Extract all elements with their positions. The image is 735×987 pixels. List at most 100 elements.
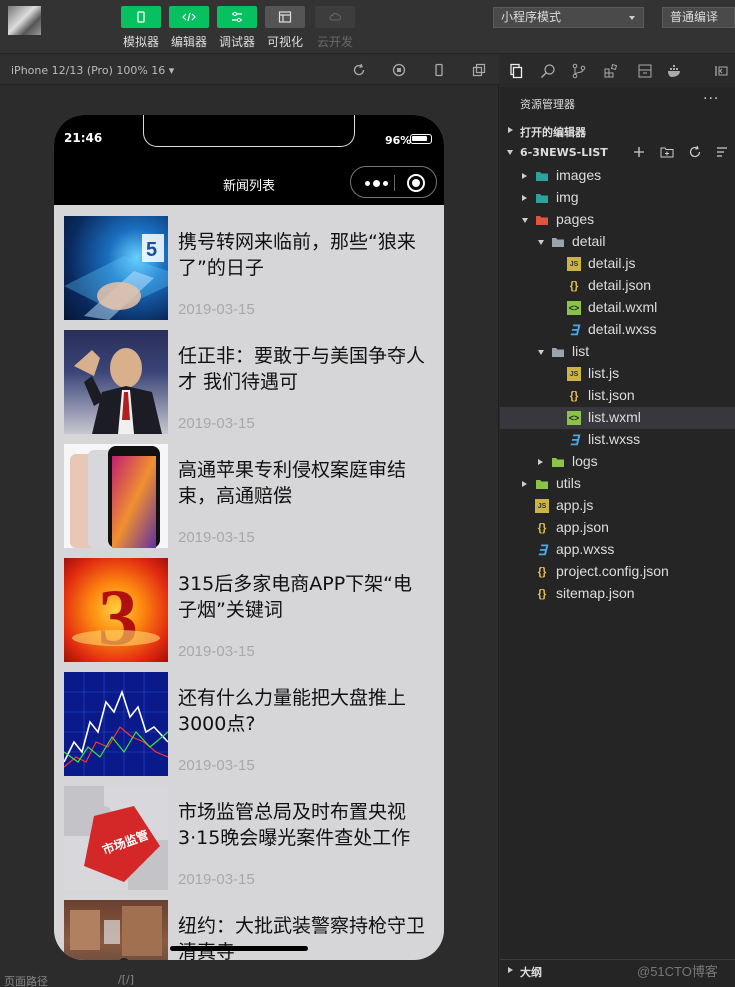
tree-item-list[interactable]: list: [500, 341, 735, 363]
phone-simulator: 21:46 96% 新闻列表 5 携号转网来临前，那些“狼来了”的日子 2019…: [54, 115, 444, 960]
tree-item-utils[interactable]: utils: [500, 473, 735, 495]
close-target-icon[interactable]: [407, 174, 425, 192]
phone-header: 21:46 96% 新闻列表: [54, 115, 444, 205]
folder-icon: [535, 169, 549, 183]
news-title: 纽约：大批武装警察持枪守卫清真寺: [178, 915, 426, 960]
refresh-icon[interactable]: [352, 63, 366, 77]
tree-item-list-js[interactable]: JS list.js: [500, 363, 735, 385]
thumb-text: 3: [98, 574, 138, 662]
json-file-icon: {}: [537, 588, 547, 600]
search-icon[interactable]: [540, 63, 556, 79]
mode-select[interactable]: 小程序模式: [493, 7, 644, 28]
tree-item-app-wxss[interactable]: ∃ app.wxss: [500, 539, 735, 561]
news-date: 2019-03-15: [178, 415, 255, 432]
json-file-icon: {}: [537, 566, 547, 578]
compile-mode-button[interactable]: 普通编译: [662, 7, 735, 28]
news-thumbnail: [64, 672, 168, 776]
user-avatar[interactable]: [8, 6, 41, 35]
extensions-icon[interactable]: [603, 63, 619, 79]
news-thumbnail: 5: [64, 216, 168, 320]
tree-item-pages[interactable]: pages: [500, 209, 735, 231]
tree-item-label: images: [556, 167, 602, 183]
folder-icon: [551, 345, 565, 359]
visual-toggle-button[interactable]: [265, 6, 305, 28]
activity-bar: [500, 55, 735, 87]
chevron-down-icon: [538, 240, 544, 245]
debugger-toggle-button[interactable]: [217, 6, 257, 28]
tree-item-list-json[interactable]: {} list.json: [500, 385, 735, 407]
tree-item-label: utils: [556, 475, 581, 491]
layout-icon: [278, 11, 292, 23]
tree-item-detail-json[interactable]: {} detail.json: [500, 275, 735, 297]
tree-item-label: sitemap.json: [556, 585, 635, 601]
explorer-title: 资源管理器: [520, 98, 575, 111]
refresh-explorer-icon[interactable]: [688, 145, 702, 159]
mini-program-capsule[interactable]: [350, 166, 437, 198]
news-item[interactable]: 3 315后多家电商APP下架“电子烟”关键词 2019-03-15: [54, 547, 444, 662]
battery-percent: 96%: [385, 134, 412, 147]
battery-icon: [410, 134, 432, 144]
news-item[interactable]: 高通苹果专利侵权案庭审结束，高通赔偿 2019-03-15: [54, 433, 444, 548]
chevron-right-icon: [508, 967, 513, 973]
news-date: 2019-03-15: [178, 301, 255, 318]
cloud-dev-button[interactable]: [315, 6, 355, 28]
new-folder-icon[interactable]: [660, 145, 674, 159]
news-item[interactable]: 5 携号转网来临前，那些“狼来了”的日子 2019-03-15: [54, 205, 444, 320]
tree-item-sitemap-json[interactable]: {} sitemap.json: [500, 583, 735, 605]
news-item[interactable]: 还有什么力量能把大盘推上3000点? 2019-03-15: [54, 661, 444, 776]
news-thumbnail: [64, 330, 168, 434]
popout-icon[interactable]: [472, 63, 486, 77]
tree-item-project-config-json[interactable]: {} project.config.json: [500, 561, 735, 583]
simulator-toggle-button[interactable]: [121, 6, 161, 28]
json-file-icon: {}: [569, 390, 579, 402]
source-control-icon[interactable]: [571, 63, 587, 79]
files-icon[interactable]: [508, 63, 524, 79]
open-editors-section[interactable]: 打开的编辑器: [500, 120, 735, 142]
collapse-all-icon[interactable]: [715, 145, 729, 159]
news-title: 市场监管总局及时布置央视3·15晚会曝光案件查处工作: [178, 801, 411, 849]
outline-label: 大纲: [520, 966, 542, 979]
tree-item-list-wxss[interactable]: ∃ list.wxss: [500, 429, 735, 451]
news-item[interactable]: 任正非：要敢于与美国争夺人才 我们待遇可 2019-03-15: [54, 319, 444, 434]
tree-item-detail-wxml[interactable]: <> detail.wxml: [500, 297, 735, 319]
device-select[interactable]: iPhone 12/13 (Pro) 100% 16 ▾: [11, 64, 174, 77]
device-icon[interactable]: [432, 63, 446, 77]
phone-icon: [137, 11, 145, 23]
tree-item-app-js[interactable]: JS app.js: [500, 495, 735, 517]
storage-icon[interactable]: [637, 63, 653, 79]
chevron-right-icon: [508, 127, 513, 133]
news-item[interactable]: 市场监管 市场监管总局及时布置央视3·15晚会曝光案件查处工作 2019-03-…: [54, 775, 444, 890]
simulator-footer: 页面路径 /[/]: [0, 973, 499, 987]
editor-toggle-button[interactable]: [169, 6, 209, 28]
new-file-icon[interactable]: [632, 145, 646, 159]
tree-item-images[interactable]: images: [500, 165, 735, 187]
toggle-panel-icon[interactable]: [713, 63, 729, 79]
tree-item-img[interactable]: img: [500, 187, 735, 209]
folder-icon: [535, 477, 549, 491]
more-actions-icon[interactable]: ···: [703, 91, 719, 107]
project-section[interactable]: 6-3NEWS-LIST: [500, 142, 735, 164]
tree-item-logs[interactable]: logs: [500, 451, 735, 473]
wxss-file-icon: ∃: [537, 542, 547, 558]
simulator-bar: iPhone 12/13 (Pro) 100% 16 ▾: [0, 55, 499, 85]
stop-icon[interactable]: [392, 63, 406, 77]
wxss-file-icon: ∃: [569, 432, 579, 448]
tree-item-app-json[interactable]: {} app.json: [500, 517, 735, 539]
tree-item-detail-js[interactable]: JS detail.js: [500, 253, 735, 275]
news-title: 还有什么力量能把大盘推上3000点?: [178, 687, 407, 735]
news-title: 高通苹果专利侵权案庭审结束，高通赔偿: [178, 459, 407, 507]
home-indicator: [170, 946, 308, 951]
tree-item-detail[interactable]: detail: [500, 231, 735, 253]
tree-item-label: detail.wxml: [588, 299, 658, 315]
tree-item-detail-wxss[interactable]: ∃ detail.wxss: [500, 319, 735, 341]
folder-icon: [551, 235, 565, 249]
news-thumbnail: 3: [64, 558, 168, 662]
cloud-dev-label: 云开发: [316, 35, 353, 49]
tree-item-label: list: [572, 343, 590, 359]
docker-icon[interactable]: [667, 63, 683, 79]
news-title: 任正非：要敢于与美国争夺人才 我们待遇可: [178, 345, 426, 393]
js-file-icon: JS: [535, 499, 549, 513]
more-dots-icon[interactable]: [365, 180, 388, 187]
page-path-label[interactable]: 页面路径: [4, 973, 48, 987]
tree-item-list-wxml[interactable]: <> list.wxml: [500, 407, 735, 429]
